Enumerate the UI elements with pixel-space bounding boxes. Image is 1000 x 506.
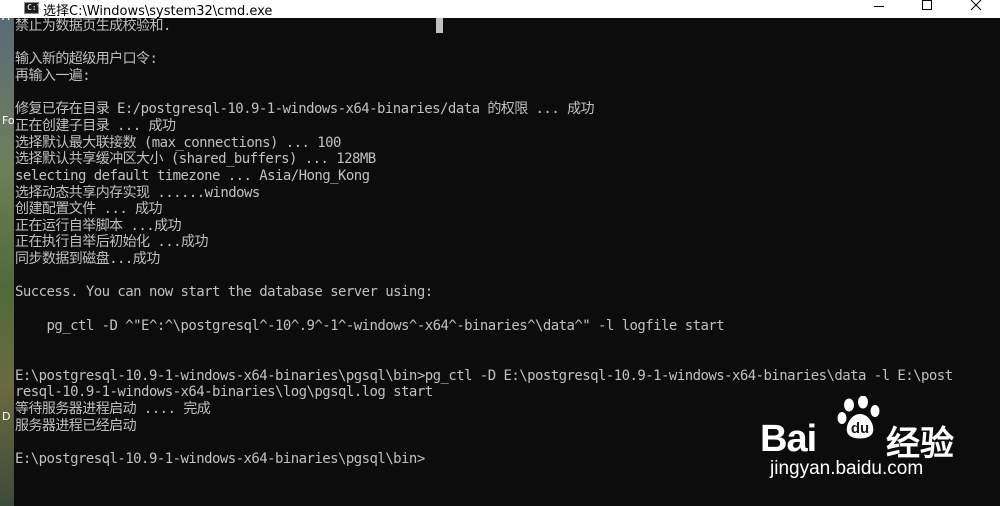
cmd-icon[interactable]: C:\ xyxy=(24,2,42,14)
watermark-brand: Bai xyxy=(760,418,817,460)
baidu-jingyan-watermark: du Bai 经验 jingyan.baidu.com xyxy=(760,394,990,490)
console-line: 修复已存在目录 E:/postgresql-10.9-1-windows-x64… xyxy=(15,101,595,118)
desktop-edge-label-d: D xyxy=(2,410,11,423)
console-line: 服务器进程已经启动 xyxy=(15,417,137,434)
desktop-edge-label-fo: Fo xyxy=(2,114,15,127)
console-line: 创建配置文件 ... 成功 xyxy=(15,201,163,218)
console-line: E:\postgresql-10.9-1-windows-x64-binarie… xyxy=(15,450,425,467)
maximize-icon xyxy=(922,0,932,10)
minimize-button[interactable] xyxy=(856,0,902,18)
desktop-background-edge: A Fo D xyxy=(0,10,15,506)
maximize-button[interactable] xyxy=(904,0,950,18)
console-line: 正在创建子目录 ... 成功 xyxy=(15,117,176,134)
minimize-icon xyxy=(874,6,884,7)
baidu-paw-icon: du xyxy=(837,396,880,439)
console-line: E:\postgresql-10.9-1-windows-x64-binarie… xyxy=(15,367,953,384)
console-line: 选择默认最大联接数 (max_connections) ... 100 xyxy=(15,134,341,151)
cmd-icon-text: C:\ xyxy=(27,3,42,12)
console-line: 选择默认共享缓冲区大小 (shared_buffers) ... 128MB xyxy=(15,151,376,168)
desktop-edge-label-a: A xyxy=(2,10,10,23)
title-bar[interactable]: C:\ 选择C:\Windows\system32\cmd.exe xyxy=(0,0,1000,18)
svg-text:du: du xyxy=(851,420,869,437)
console-line: 同步数据到磁盘...成功 xyxy=(15,251,160,268)
console-line: 禁止为数据页生成校验和. xyxy=(15,18,171,34)
console-line: 正在执行自举后初始化 ...成功 xyxy=(15,234,208,251)
console-line: 再输入一遍: xyxy=(15,67,91,84)
close-button[interactable] xyxy=(953,0,999,18)
watermark-url: jingyan.baidu.com xyxy=(770,458,924,479)
console-line: selecting default timezone ... Asia/Hong… xyxy=(15,167,370,184)
close-icon xyxy=(970,0,982,11)
window-title: 选择C:\Windows\system32\cmd.exe xyxy=(43,4,273,18)
cmd-window: C:\ 选择C:\Windows\system32\cmd.exe A Fo D… xyxy=(0,0,1000,506)
console-line: pg_ctl -D ^"E^:^\postgresql^-10^.9^-1^-w… xyxy=(15,317,725,334)
console-line: 等待服务器进程启动 .... 完成 xyxy=(15,400,211,417)
console-line: Success. You can now start the database … xyxy=(15,284,433,301)
console-line: resql-10.9-1-windows-x64-binaries\log\pg… xyxy=(15,384,433,401)
text-cursor xyxy=(436,18,443,33)
console-line: 选择动态共享内存实现 ......windows xyxy=(15,184,260,201)
console-line: 输入新的超级用户口令: xyxy=(15,51,158,68)
console-line: 正在运行自举脚本 ...成功 xyxy=(15,217,182,234)
